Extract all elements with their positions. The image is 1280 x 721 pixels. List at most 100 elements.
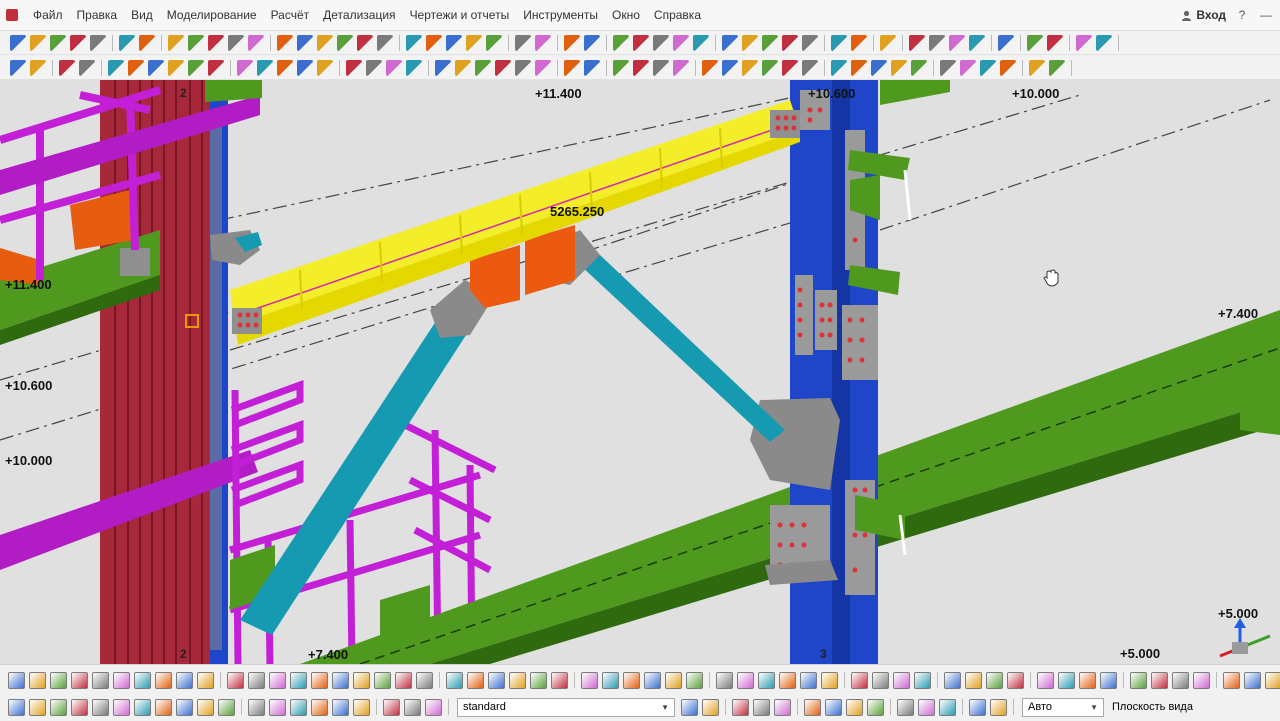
toolbar-button-icon[interactable]: [515, 59, 531, 76]
toolbar-button-icon[interactable]: [8, 698, 25, 716]
toolbar-button-icon[interactable]: [155, 671, 172, 689]
model-viewport[interactable]: +11.400 +10.600 +10.000 +11.400 +10.600 …: [0, 80, 1280, 664]
toolbar-button-icon[interactable]: [909, 34, 925, 51]
toolbar-button-icon[interactable]: [337, 34, 353, 51]
snap-depth-combo[interactable]: Авто ▼: [1022, 697, 1104, 717]
toolbar-button-icon[interactable]: [821, 671, 838, 689]
toolbar-button-icon[interactable]: [911, 59, 927, 76]
toolbar-button-icon[interactable]: [277, 34, 293, 51]
toolbar-button-icon[interactable]: [113, 698, 130, 716]
toolbar-button-icon[interactable]: [237, 59, 253, 76]
toolbar-button-icon[interactable]: [269, 671, 286, 689]
toolbar-button-icon[interactable]: [802, 34, 818, 51]
toolbar-button-icon[interactable]: [257, 59, 273, 76]
menu-analysis[interactable]: Расчёт: [264, 8, 317, 22]
toolbar-button-icon[interactable]: [90, 34, 106, 51]
toolbar-button-icon[interactable]: [168, 59, 184, 76]
toolbar-button-icon[interactable]: [1037, 671, 1054, 689]
toolbar-button-icon[interactable]: [623, 671, 640, 689]
toolbar-button-icon[interactable]: [665, 671, 682, 689]
toolbar-button-icon[interactable]: [176, 671, 193, 689]
toolbar-button-icon[interactable]: [297, 34, 313, 51]
red-column[interactable]: [100, 80, 210, 664]
toolbar-button-icon[interactable]: [897, 698, 914, 716]
toolbar-button-icon[interactable]: [782, 34, 798, 51]
toolbar-button-icon[interactable]: [404, 698, 421, 716]
toolbar-button-icon[interactable]: [92, 671, 109, 689]
toolbar-button-icon[interactable]: [969, 34, 985, 51]
toolbar-button-icon[interactable]: [332, 671, 349, 689]
toolbar-button-icon[interactable]: [831, 34, 847, 51]
toolbar-button-icon[interactable]: [871, 59, 887, 76]
toolbar-button-icon[interactable]: [949, 34, 965, 51]
brace-right[interactable]: [580, 255, 785, 442]
toolbar-button-icon[interactable]: [486, 34, 502, 51]
toolbar-button-icon[interactable]: [495, 59, 511, 76]
toolbar-button-icon[interactable]: [119, 34, 135, 51]
toolbar-button-icon[interactable]: [1193, 671, 1210, 689]
toolbar-button-icon[interactable]: [1172, 671, 1189, 689]
toolbar-button-icon[interactable]: [188, 59, 204, 76]
toolbar-button-icon[interactable]: [377, 34, 393, 51]
menu-tools[interactable]: Инструменты: [516, 8, 605, 22]
toolbar-button-icon[interactable]: [1007, 671, 1024, 689]
toolbar-button-icon[interactable]: [113, 671, 130, 689]
toolbar-button-icon[interactable]: [965, 671, 982, 689]
toolbar-button-icon[interactable]: [29, 698, 46, 716]
toolbar-button-icon[interactable]: [737, 671, 754, 689]
toolbar-button-icon[interactable]: [446, 34, 462, 51]
toolbar-button-icon[interactable]: [633, 34, 649, 51]
toolbar-button-icon[interactable]: [1047, 34, 1063, 51]
toolbar-button-icon[interactable]: [779, 671, 796, 689]
toolbar-button-icon[interactable]: [176, 698, 193, 716]
toolbar-button-icon[interactable]: [702, 698, 719, 716]
minimize-button[interactable]: —: [1254, 0, 1278, 30]
toolbar-button-icon[interactable]: [653, 59, 669, 76]
toolbar-button-icon[interactable]: [128, 59, 144, 76]
toolbar-button-icon[interactable]: [530, 671, 547, 689]
toolbar-button-icon[interactable]: [918, 698, 935, 716]
toolbar-button-icon[interactable]: [406, 59, 422, 76]
toolbar-button-icon[interactable]: [92, 698, 109, 716]
toolbar-button-icon[interactable]: [998, 34, 1014, 51]
toolbar-button-icon[interactable]: [613, 34, 629, 51]
toolbar-button-icon[interactable]: [940, 59, 956, 76]
toolbar-button-icon[interactable]: [969, 698, 986, 716]
toolbar-button-icon[interactable]: [8, 671, 25, 689]
toolbar-button-icon[interactable]: [802, 59, 818, 76]
toolbar-button-icon[interactable]: [29, 671, 46, 689]
toolbar-button-icon[interactable]: [70, 34, 86, 51]
toolbar-button-icon[interactable]: [851, 59, 867, 76]
toolbar-button-icon[interactable]: [59, 59, 75, 76]
toolbar-button-icon[interactable]: [134, 698, 151, 716]
toolbar-button-icon[interactable]: [673, 59, 689, 76]
toolbar-button-icon[interactable]: [633, 59, 649, 76]
toolbar-button-icon[interactable]: [722, 34, 738, 51]
toolbar-button-icon[interactable]: [148, 59, 164, 76]
toolbar-button-icon[interactable]: [466, 34, 482, 51]
toolbar-button-icon[interactable]: [1130, 671, 1147, 689]
toolbar-button-icon[interactable]: [914, 671, 931, 689]
toolbar-button-icon[interactable]: [653, 34, 669, 51]
toolbar-button-icon[interactable]: [50, 698, 67, 716]
toolbar-button-icon[interactable]: [602, 671, 619, 689]
toolbar-button-icon[interactable]: [475, 59, 491, 76]
toolbar-button-icon[interactable]: [880, 34, 896, 51]
toolbar-button-icon[interactable]: [960, 59, 976, 76]
toolbar-button-icon[interactable]: [872, 671, 889, 689]
toolbar-button-icon[interactable]: [831, 59, 847, 76]
menu-window[interactable]: Окно: [605, 8, 647, 22]
toolbar-button-icon[interactable]: [71, 671, 88, 689]
toolbar-button-icon[interactable]: [774, 698, 791, 716]
toolbar-button-icon[interactable]: [311, 671, 328, 689]
toolbar-button-icon[interactable]: [800, 671, 817, 689]
toolbar-button-icon[interactable]: [197, 671, 214, 689]
toolbar-button-icon[interactable]: [535, 34, 551, 51]
toolbar-button-icon[interactable]: [155, 698, 172, 716]
toolbar-button-icon[interactable]: [227, 671, 244, 689]
toolbar-button-icon[interactable]: [50, 34, 66, 51]
toolbar-button-icon[interactable]: [228, 34, 244, 51]
toolbar-button-icon[interactable]: [134, 671, 151, 689]
toolbar-button-icon[interactable]: [990, 698, 1007, 716]
toolbar-button-icon[interactable]: [804, 698, 821, 716]
